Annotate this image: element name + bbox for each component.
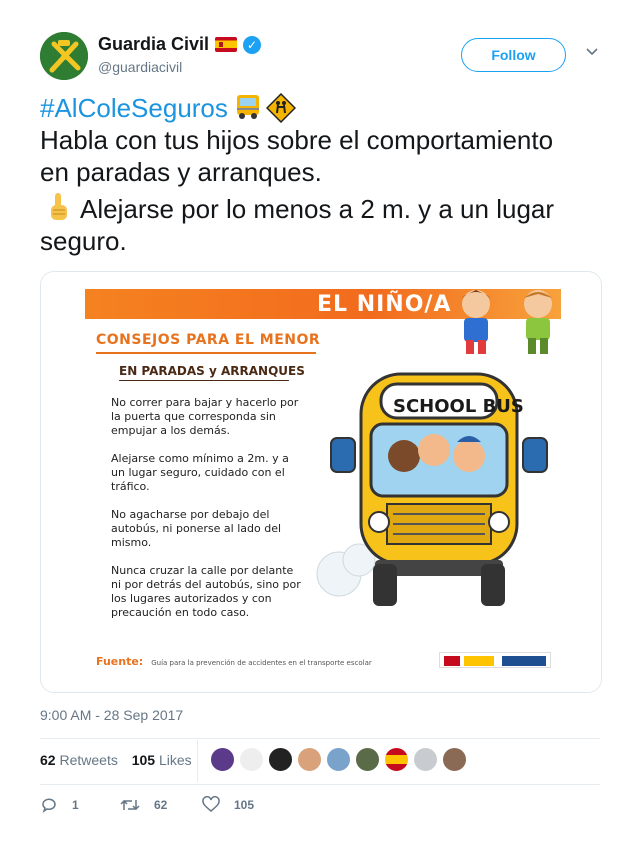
avatar[interactable] <box>442 747 467 772</box>
liker-avatars <box>210 747 467 775</box>
reply-icon <box>42 798 56 813</box>
avatar[interactable] <box>384 747 409 772</box>
tweet-text: #AlColeSeguros Habla con tus hijos sobre… <box>40 92 555 256</box>
like-button[interactable]: 105 <box>202 796 254 814</box>
advice-item: Nunca cruzar la calle por delante ni por… <box>111 564 301 619</box>
advice-item: No correr para bajar y hacerlo por la pu… <box>111 396 299 437</box>
avatar[interactable] <box>413 747 438 772</box>
avatar[interactable] <box>210 747 235 772</box>
reply-button[interactable]: 1 <box>40 796 79 814</box>
divider <box>40 738 600 739</box>
chevron-down-icon[interactable] <box>585 44 599 58</box>
account-handle[interactable]: @guardiacivil <box>98 59 261 75</box>
banner-title: EL NIÑO/A <box>317 292 452 317</box>
tweet-stats: 62 Retweets 105 Likes <box>40 752 192 768</box>
retweet-icon <box>120 799 140 811</box>
divider <box>40 784 600 785</box>
advice-item: No agacharse por debajo del autobús, ni … <box>111 508 282 549</box>
retweets-stat[interactable]: 62 Retweets <box>40 752 118 768</box>
avatar[interactable] <box>297 747 322 772</box>
hashtag-link[interactable]: #AlColeSeguros <box>40 93 228 123</box>
retweet-button[interactable]: 62 <box>120 796 167 814</box>
avatar[interactable] <box>326 747 351 772</box>
advice-subheading: EN PARADAS y ARRANQUES <box>119 364 305 378</box>
bus-emoji-icon <box>234 94 262 120</box>
pointing-finger-emoji-icon <box>46 192 72 222</box>
heart-icon <box>202 796 220 812</box>
advice-item: Alejarse como mínimo a 2m. y a un lugar … <box>111 452 289 493</box>
avatar[interactable] <box>239 747 264 772</box>
children-illustration <box>460 290 552 354</box>
guardia-civil-logo-icon[interactable] <box>40 32 88 80</box>
children-crossing-emoji-icon <box>265 92 296 124</box>
tweet-actions: 1 62 105 <box>40 796 340 816</box>
account-names: Guardia Civil ✓ @guardiacivil <box>98 34 262 75</box>
bus-sign: SCHOOL BUS <box>393 396 524 417</box>
avatar[interactable] <box>355 747 380 772</box>
display-name[interactable]: Guardia Civil <box>98 34 209 55</box>
likes-stat[interactable]: 105 Likes <box>132 752 192 768</box>
avatar[interactable] <box>268 747 293 772</box>
media-card[interactable]: EL NIÑO/A CONSEJOS PARA EL MENOR EN PARA… <box>40 271 602 693</box>
spain-flag-icon <box>215 37 238 52</box>
government-logos <box>439 652 551 668</box>
infographic-image: EL NIÑO/A CONSEJOS PARA EL MENOR EN PARA… <box>41 272 601 692</box>
advice-heading: CONSEJOS PARA EL MENOR <box>96 332 321 348</box>
tweet-header: Guardia Civil ✓ @guardiacivil Follow <box>40 30 604 82</box>
tweet-timestamp[interactable]: 9:00 AM - 28 Sep 2017 <box>40 707 183 723</box>
infographic-source: Fuente: Guía para la prevención de accide… <box>96 655 372 668</box>
follow-button[interactable]: Follow <box>461 38 566 72</box>
verified-badge-icon: ✓ <box>243 35 262 54</box>
